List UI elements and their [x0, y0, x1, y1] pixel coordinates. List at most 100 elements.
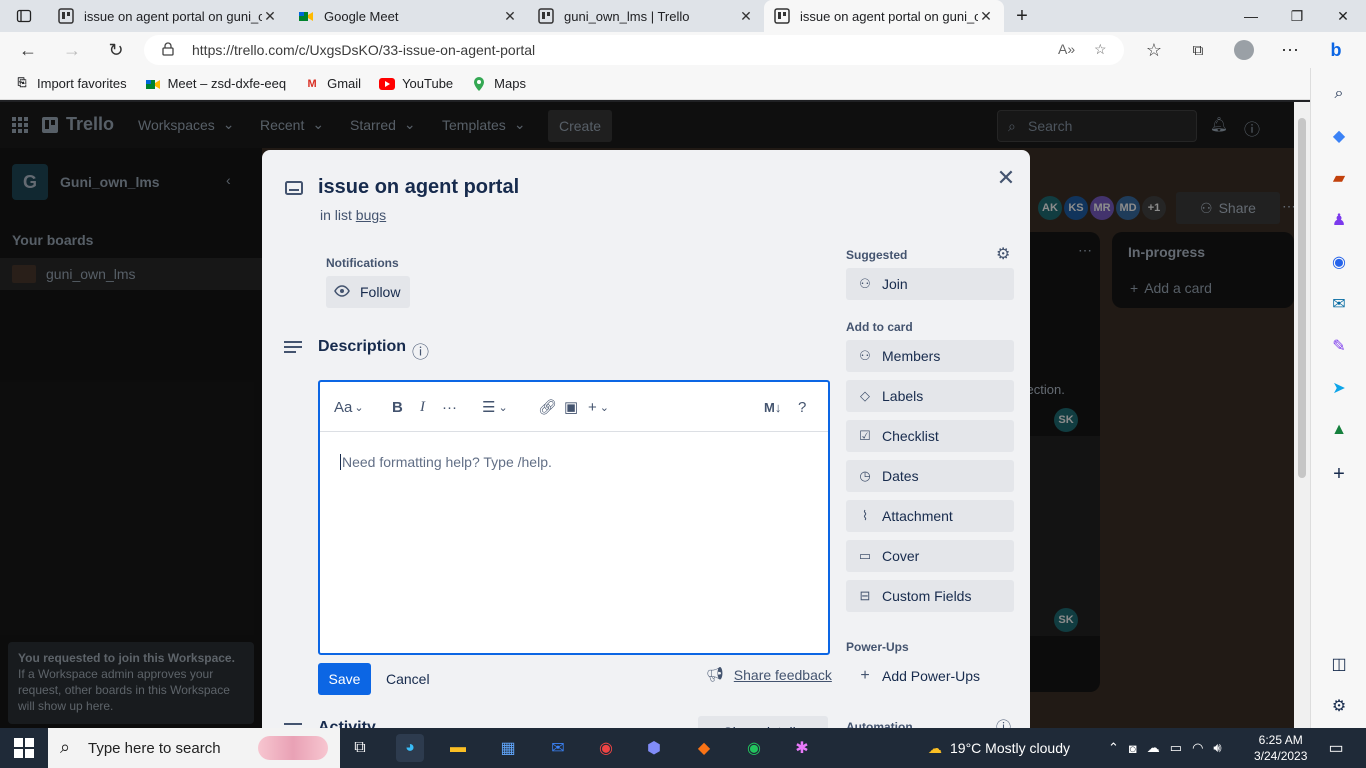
- gear-icon[interactable]: ⚙: [1327, 694, 1351, 718]
- chevron-up-icon[interactable]: ⌃: [1108, 740, 1119, 756]
- bold-button[interactable]: B: [392, 396, 403, 418]
- page-scrollbar[interactable]: [1294, 102, 1310, 728]
- designer-icon[interactable]: ✎: [1327, 334, 1351, 358]
- add-icon[interactable]: +: [1327, 462, 1351, 486]
- onedrive-icon[interactable]: ☁: [1147, 740, 1160, 756]
- favorite-maps[interactable]: Maps: [471, 76, 526, 92]
- save-button[interactable]: Save: [318, 663, 371, 695]
- share-feedback-label: Share feedback: [733, 666, 832, 683]
- refresh-icon[interactable]: ↻: [102, 36, 130, 64]
- follow-button[interactable]: Follow: [326, 276, 410, 308]
- description-editor[interactable]: Aa ⌄ B I ··· ☰ ⌄ 🔗︎ ▣ + ⌄ M↓ ? Need formatt…: [318, 380, 830, 655]
- wifi-icon[interactable]: ◠: [1192, 740, 1203, 756]
- browser-tab-1[interactable]: issue on agent portal on guni_ow ✕: [48, 0, 288, 32]
- add-favorite-icon[interactable]: ☆: [1094, 41, 1107, 58]
- minimize-icon[interactable]: —: [1228, 0, 1274, 32]
- forward-arrow-icon[interactable]: →: [58, 36, 86, 64]
- split-screen-icon[interactable]: ◫: [1327, 652, 1351, 676]
- favorite-import[interactable]: ⎘ Import favorites: [14, 76, 127, 92]
- search-icon[interactable]: ⌕: [1327, 82, 1351, 106]
- app-icon[interactable]: ⬢: [640, 734, 668, 762]
- new-tab-icon[interactable]: +: [1004, 0, 1040, 32]
- taskbar-search-input[interactable]: ⌕ Type here to search: [48, 728, 340, 768]
- favorite-youtube[interactable]: YouTube: [379, 76, 453, 92]
- close-icon[interactable]: ✕: [992, 164, 1020, 192]
- read-aloud-icon[interactable]: A»: [1058, 41, 1075, 57]
- cover-button[interactable]: ▭ Cover: [846, 540, 1014, 572]
- editor-toolbar: Aa ⌄ B I ··· ☰ ⌄ 🔗︎ ▣ + ⌄ M↓ ?: [320, 382, 828, 432]
- tab-close-icon[interactable]: ✕: [738, 8, 754, 25]
- favorite-gmail[interactable]: M Gmail: [304, 76, 362, 92]
- file-explorer-icon[interactable]: ▬: [444, 734, 472, 762]
- markdown-icon[interactable]: M↓: [764, 396, 781, 418]
- scrollbar-thumb[interactable]: [1298, 118, 1306, 478]
- browser-tab-strip: issue on agent portal on guni_ow ✕ Googl…: [0, 0, 1366, 32]
- bing-icon[interactable]: b: [1322, 36, 1350, 64]
- notifications-icon[interactable]: ▭: [1322, 734, 1350, 762]
- join-button[interactable]: ⚇ Join: [846, 268, 1014, 300]
- browser-tab-3[interactable]: guni_own_lms | Trello ✕: [528, 0, 764, 32]
- chrome-profile-icon[interactable]: ◉: [740, 734, 768, 762]
- members-button[interactable]: ⚇ Members: [846, 340, 1014, 372]
- bullet-list-dropdown[interactable]: ☰ ⌄: [482, 396, 508, 418]
- info-icon[interactable]: ⓘ: [996, 716, 1011, 728]
- slack-icon[interactable]: ✱: [788, 734, 816, 762]
- url-field[interactable]: https://trello.com/c/UxgsDsKO/33-issue-o…: [144, 35, 1124, 65]
- weather-widget[interactable]: ☁ 19°C Mostly cloudy: [928, 728, 1070, 768]
- tree-icon[interactable]: ▲: [1327, 418, 1351, 442]
- maps-icon: [471, 76, 487, 92]
- help-button[interactable]: ?: [798, 396, 806, 418]
- chrome-icon[interactable]: ◉: [592, 734, 620, 762]
- cancel-button[interactable]: Cancel: [386, 671, 430, 687]
- task-view-icon[interactable]: ⧉: [346, 734, 374, 762]
- show-details-button[interactable]: Show details: [698, 716, 828, 728]
- profile-avatar-icon[interactable]: [1230, 36, 1258, 64]
- collections-icon[interactable]: ⧉: [1184, 36, 1212, 64]
- browser-tab-2[interactable]: Google Meet ✕: [288, 0, 528, 32]
- store-icon[interactable]: ▦: [494, 734, 522, 762]
- attachment-button[interactable]: ⌇ Attachment: [846, 500, 1014, 532]
- labels-button[interactable]: ◇ Labels: [846, 380, 1014, 412]
- gear-icon[interactable]: ⚙: [996, 244, 1010, 264]
- outlook-icon[interactable]: ✉: [1327, 292, 1351, 316]
- battery-icon[interactable]: ▭: [1170, 740, 1182, 756]
- tab-close-icon[interactable]: ✕: [978, 8, 994, 25]
- restore-icon[interactable]: ❐: [1274, 0, 1320, 32]
- edge-browser-icon[interactable]: ◕: [396, 734, 424, 762]
- checklist-button[interactable]: ☑ Checklist: [846, 420, 1014, 452]
- browser-tab-4-active[interactable]: issue on agent portal on guni_ow ✕: [764, 0, 1004, 32]
- dates-button[interactable]: ◷ Dates: [846, 460, 1014, 492]
- image-icon[interactable]: ▣: [564, 396, 578, 418]
- tab-actions-icon[interactable]: [0, 0, 48, 32]
- add-power-ups-button[interactable]: + Add Power-Ups: [846, 660, 1014, 692]
- tab-close-icon[interactable]: ✕: [502, 8, 518, 25]
- shopping-tag-icon[interactable]: ◆: [1327, 124, 1351, 148]
- mail-icon[interactable]: ✉: [544, 734, 572, 762]
- italic-button[interactable]: I: [420, 396, 425, 418]
- window-close-icon[interactable]: ✕: [1320, 0, 1366, 32]
- card-title[interactable]: issue on agent portal: [318, 176, 519, 199]
- custom-fields-button[interactable]: ⊟ Custom Fields: [846, 580, 1014, 612]
- meet-now-icon[interactable]: ◙: [1129, 741, 1137, 756]
- favorites-icon[interactable]: ☆: [1140, 36, 1168, 64]
- games-icon[interactable]: ♟: [1327, 208, 1351, 232]
- clock[interactable]: 6:25 AM 3/24/2023: [1254, 728, 1307, 768]
- editor-placeholder: Need formatting help? Type /help.: [340, 454, 552, 470]
- text-style-dropdown[interactable]: Aa ⌄: [334, 396, 364, 418]
- settings-menu-icon[interactable]: ⋯: [1276, 36, 1304, 64]
- back-arrow-icon[interactable]: ←: [14, 36, 42, 64]
- share-feedback-link[interactable]: 📢︎ Share feedback: [706, 666, 832, 683]
- list-link[interactable]: bugs: [356, 207, 386, 223]
- office-icon[interactable]: ◉: [1327, 250, 1351, 274]
- tab-close-icon[interactable]: ✕: [262, 8, 278, 25]
- windows-start-icon[interactable]: [14, 738, 34, 758]
- volume-icon[interactable]: 🔊︎: [1213, 740, 1221, 756]
- tools-icon[interactable]: ▰: [1327, 166, 1351, 190]
- info-icon[interactable]: ⓘ: [412, 338, 429, 363]
- favorite-meet[interactable]: Meet – zsd-dxfe-eeq: [145, 76, 286, 92]
- brave-icon[interactable]: ◆: [690, 734, 718, 762]
- send-icon[interactable]: ➤: [1327, 376, 1351, 400]
- more-formatting-button[interactable]: ···: [442, 396, 457, 418]
- insert-dropdown[interactable]: + ⌄: [588, 396, 609, 418]
- link-icon[interactable]: 🔗︎: [538, 396, 557, 418]
